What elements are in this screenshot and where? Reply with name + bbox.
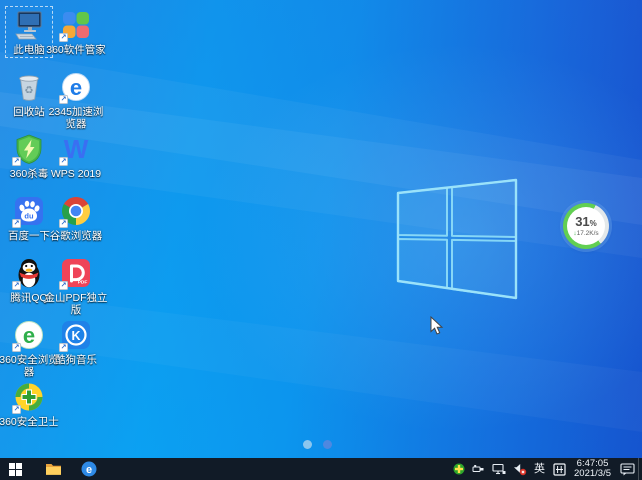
svg-text:♻: ♻: [24, 86, 33, 97]
desktop-icon-wps-2019[interactable]: W ↗ WPS 2019: [44, 131, 108, 180]
desktop-icon-360-safeguard[interactable]: ↗ 360安全卫士: [0, 379, 61, 428]
progress-inner: 31% ↓17.2K/s: [567, 207, 605, 245]
download-progress-widget[interactable]: 31% ↓17.2K/s: [563, 203, 609, 249]
shortcut-arrow-badge: ↗: [59, 95, 68, 104]
desktop-icon-kingsoft-pdf[interactable]: PDF ↗ 金山PDF独立版: [44, 255, 108, 316]
start-button[interactable]: [0, 458, 30, 480]
icon-label: 谷歌浏览器: [50, 230, 103, 242]
file-explorer-icon: [45, 462, 62, 476]
windows-start-icon: [9, 463, 22, 476]
file-explorer-button[interactable]: [38, 458, 68, 480]
shortcut-arrow-badge: ↗: [12, 219, 21, 228]
progress-speed: ↓17.2K/s: [573, 230, 598, 238]
progress-percent: 31%: [575, 215, 597, 230]
mouse-cursor: [430, 316, 444, 336]
shortcut-arrow-badge: ↗: [59, 343, 68, 352]
svg-text:e: e: [70, 75, 82, 100]
icon-label: 此电脑: [13, 44, 45, 56]
browser-taskbar-button[interactable]: e: [74, 458, 104, 480]
shortcut-arrow-badge: ↗: [59, 281, 68, 290]
icon-label: 360杀毒: [10, 168, 49, 180]
svg-text:e: e: [86, 464, 92, 476]
shortcut-arrow-badge: ↗: [59, 219, 68, 228]
show-desktop-strip[interactable]: [638, 458, 642, 480]
system-tray: 英 6:47:05 2021/3/5: [449, 458, 642, 480]
windows-logo: [390, 172, 522, 304]
tray-360-safeguard-icon[interactable]: [449, 458, 468, 480]
windows-desktop-screen: 此电脑 ♻ 回收站 ↗ 360杀毒: [0, 0, 642, 480]
pager-dot-1[interactable]: [303, 440, 312, 449]
taskbar: e: [0, 458, 642, 480]
tray-usb-icon[interactable]: [468, 458, 488, 480]
action-center-icon: [620, 463, 635, 476]
desktop-icon-chrome[interactable]: ↗ 谷歌浏览器: [44, 193, 108, 242]
icon-label: 360软件管家: [46, 44, 106, 56]
desktop-icon-2345-browser[interactable]: e ↗ 2345加速浏览器: [44, 69, 108, 130]
tray-volume-muted-icon[interactable]: [509, 458, 530, 480]
pager-dot-2[interactable]: [323, 440, 332, 449]
clock-date: 2021/3/5: [574, 469, 611, 479]
icon-label: 酷狗音乐: [55, 354, 97, 366]
recycle-bin-icon: ♻: [14, 71, 44, 103]
desktop-icon-360-software-manager[interactable]: ↗ 360软件管家: [44, 7, 108, 56]
svg-text:K: K: [71, 329, 80, 343]
this-pc-icon: [13, 9, 45, 41]
action-center-button[interactable]: [616, 458, 638, 480]
icon-label: 腾讯QQ: [10, 292, 47, 304]
icon-label: 2345加速浏览器: [44, 106, 108, 130]
shortcut-arrow-badge: ↗: [12, 281, 21, 290]
ime-language-indicator[interactable]: 英: [530, 458, 549, 480]
shortcut-arrow-badge: ↗: [59, 33, 68, 42]
shortcut-arrow-badge: ↗: [12, 405, 21, 414]
taskbar-clock[interactable]: 6:47:05 2021/3/5: [569, 459, 616, 479]
icon-label: WPS 2019: [51, 168, 101, 180]
svg-text:du: du: [24, 212, 34, 221]
ime-mode-icon[interactable]: [549, 458, 569, 480]
shortcut-arrow-badge: ↗: [12, 343, 21, 352]
shortcut-arrow-badge: ↗: [59, 157, 68, 166]
desktop-wallpaper: 此电脑 ♻ 回收站 ↗ 360杀毒: [0, 0, 642, 458]
desktop-icon-kugou-music[interactable]: K ↗ 酷狗音乐: [44, 317, 108, 366]
icon-label: 回收站: [13, 106, 45, 118]
svg-text:PDF: PDF: [78, 280, 88, 286]
tray-network-icon[interactable]: [488, 458, 509, 480]
icon-label: 360安全卫士: [0, 416, 59, 428]
svg-text:e: e: [23, 323, 35, 348]
icon-label: 金山PDF独立版: [44, 292, 108, 316]
shortcut-arrow-badge: ↗: [12, 157, 21, 166]
browser-e-icon: e: [81, 461, 97, 477]
